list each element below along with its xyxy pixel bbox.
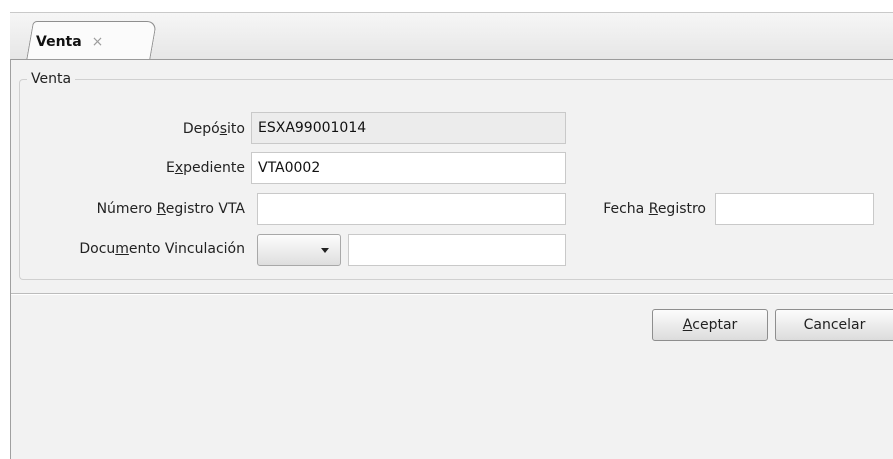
expediente-field[interactable]	[251, 152, 566, 184]
venta-group-legend: Venta	[31, 71, 72, 87]
documento-vinculacion-select[interactable]	[257, 234, 341, 266]
deposito-label: Depósito	[182, 121, 245, 137]
deposito-field	[251, 112, 566, 144]
fecha-registro-label: Fecha Registro	[603, 201, 706, 217]
accept-button[interactable]: Aceptar	[652, 309, 768, 341]
fecha-registro-field[interactable]	[715, 193, 874, 225]
form-separator	[11, 293, 893, 294]
chevron-down-icon	[321, 248, 329, 253]
documento-vinculacion-label: Documento Vinculación	[79, 241, 245, 257]
expediente-label: Expediente	[165, 160, 245, 176]
close-icon[interactable]: ×	[92, 35, 104, 49]
documento-vinculacion-field[interactable]	[348, 234, 566, 266]
numero-registro-field[interactable]	[257, 193, 566, 225]
numero-registro-label: Número Registro VTA	[96, 201, 245, 217]
tab-venta-label: Venta	[36, 34, 82, 50]
cancel-button[interactable]: Cancelar	[775, 309, 893, 341]
tab-venta-content[interactable]: Venta ×	[36, 31, 103, 53]
